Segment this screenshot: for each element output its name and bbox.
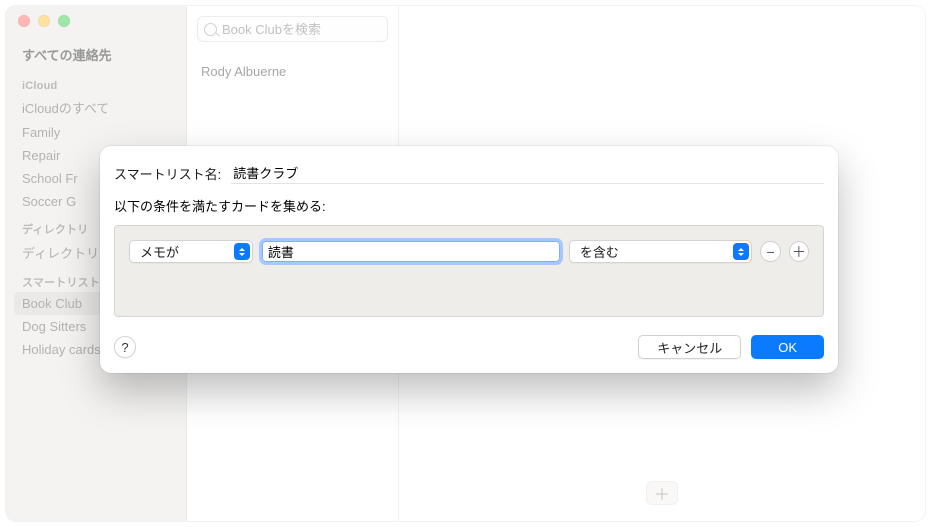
add-contact-button[interactable]: ＋ [646, 481, 678, 505]
rule-field-popup[interactable]: メモが [129, 240, 253, 263]
sidebar-item-family[interactable]: Family [6, 121, 186, 144]
close-window-button[interactable] [18, 15, 30, 27]
search-field[interactable] [197, 16, 388, 42]
search-icon [204, 23, 217, 36]
rule-field-value: メモが [140, 242, 179, 261]
help-button[interactable]: ? [114, 336, 136, 358]
rule-row: メモが を含む − ＋ [129, 240, 809, 263]
contacts-window: すべての連絡先 iCloud iCloudのすべて Family Repair … [6, 6, 925, 521]
remove-rule-button[interactable]: − [760, 241, 780, 262]
smartlist-name-label: スマートリスト名: [114, 164, 221, 183]
search-input[interactable] [222, 22, 381, 37]
rules-container: メモが を含む − ＋ [114, 225, 824, 317]
contact-row[interactable]: Rody Albuerne [187, 50, 398, 93]
rules-instruction: 以下の条件を満たすカードを集める: [114, 196, 824, 215]
sidebar-section-icloud: iCloud [6, 72, 186, 94]
zoom-window-button[interactable] [58, 15, 70, 27]
cancel-button[interactable]: キャンセル [638, 335, 741, 359]
sidebar-item-icloud-all[interactable]: iCloudのすべて [6, 94, 186, 121]
chevron-updown-icon [733, 243, 749, 260]
rule-operator-popup[interactable]: を含む [569, 240, 753, 263]
rule-value-input[interactable] [261, 240, 561, 263]
minimize-window-button[interactable] [38, 15, 50, 27]
sidebar-title: すべての連絡先 [6, 45, 186, 72]
window-controls [6, 15, 186, 27]
rule-operator-value: を含む [580, 242, 619, 261]
smartlist-name-input[interactable] [231, 162, 824, 184]
ok-button[interactable]: OK [751, 335, 824, 359]
chevron-updown-icon [234, 243, 250, 260]
add-rule-button[interactable]: ＋ [789, 241, 809, 262]
smart-list-dialog: スマートリスト名: 以下の条件を満たすカードを集める: メモが を含む − ＋ … [100, 146, 838, 373]
